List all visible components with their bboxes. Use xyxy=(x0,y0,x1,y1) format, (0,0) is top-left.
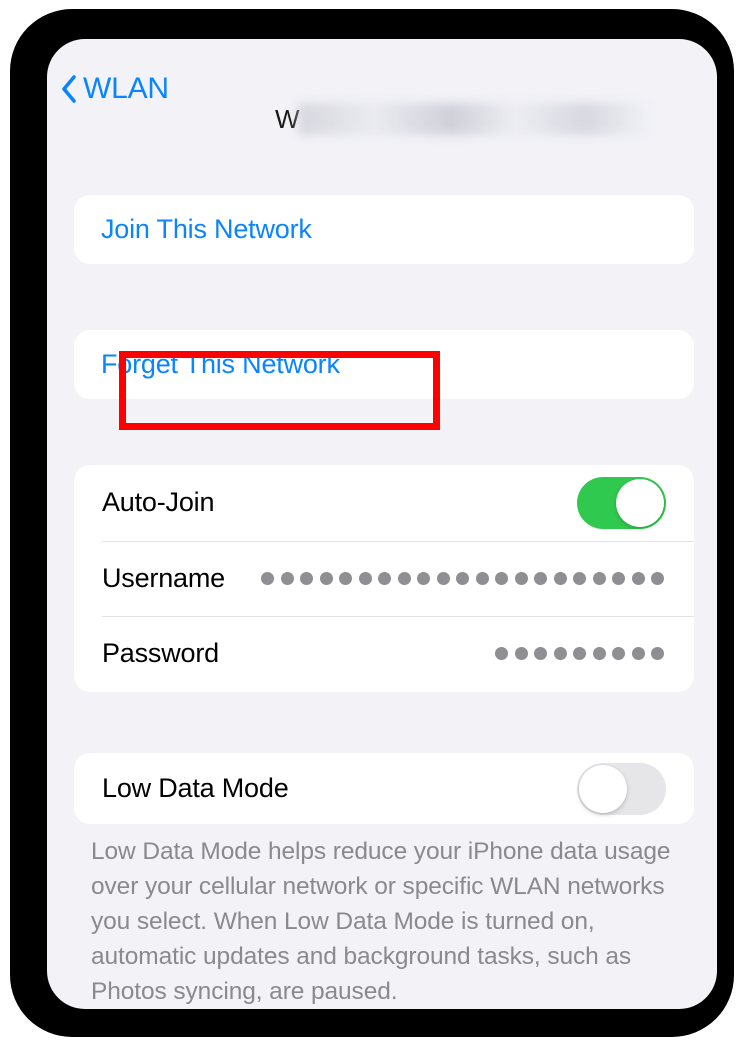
mask-dot-icon xyxy=(651,647,664,661)
page-title-visible-prefix: W xyxy=(275,103,300,134)
mask-dot-icon xyxy=(573,647,586,661)
mask-dot-icon xyxy=(456,571,469,585)
mask-dot-icon xyxy=(553,571,567,585)
network-credentials-card: Auto-Join Username Password xyxy=(74,465,694,692)
mask-dot-icon xyxy=(534,647,547,661)
mask-dot-icon xyxy=(495,647,508,661)
forget-network-card: Forget This Network xyxy=(74,330,694,399)
low-data-mode-label: Low Data Mode xyxy=(102,773,289,803)
mask-dot-icon xyxy=(631,571,645,585)
mask-dot-icon xyxy=(534,571,547,585)
mask-dot-icon xyxy=(592,571,606,585)
mask-dot-icon xyxy=(300,571,313,585)
mask-dot-icon xyxy=(339,571,352,585)
mask-dot-icon xyxy=(651,571,664,585)
password-label: Password xyxy=(102,638,219,669)
mask-dot-icon xyxy=(573,571,586,585)
mask-dot-icon xyxy=(397,571,411,585)
low-data-mode-row[interactable]: Low Data Mode xyxy=(74,753,694,824)
low-data-mode-toggle[interactable] xyxy=(577,762,666,815)
mask-dot-icon xyxy=(553,647,567,661)
mask-dot-icon xyxy=(592,647,606,661)
settings-page: WLAN W REDACTED NETWORK NAME Join This N… xyxy=(47,39,717,1009)
mask-dot-icon xyxy=(514,647,528,661)
auto-join-row[interactable]: Auto-Join xyxy=(74,465,694,541)
low-data-mode-card: Low Data Mode xyxy=(74,753,694,824)
password-row[interactable]: Password xyxy=(74,616,694,692)
join-this-network-label: Join This Network xyxy=(101,214,312,244)
forget-this-network-button[interactable]: Forget This Network xyxy=(74,330,694,399)
mask-dot-icon xyxy=(261,571,274,585)
username-masked-value[interactable] xyxy=(261,571,666,585)
mask-dot-icon xyxy=(417,571,430,585)
password-masked-value[interactable] xyxy=(495,647,666,661)
back-button[interactable]: WLAN xyxy=(60,69,169,109)
navigation-bar: WLAN W REDACTED NETWORK NAME xyxy=(47,39,717,139)
mask-dot-icon xyxy=(475,571,489,585)
mask-dot-icon xyxy=(495,571,508,585)
username-label: Username xyxy=(102,562,225,593)
device-screen: WLAN W REDACTED NETWORK NAME Join This N… xyxy=(47,39,717,1009)
device-frame: WLAN W REDACTED NETWORK NAME Join This N… xyxy=(10,9,734,1037)
join-this-network-button[interactable]: Join This Network xyxy=(74,195,694,264)
mask-dot-icon xyxy=(631,647,645,661)
auto-join-label: Auto-Join xyxy=(102,487,215,518)
toggle-knob-icon xyxy=(579,764,627,813)
back-button-label: WLAN xyxy=(83,72,169,105)
toggle-knob-icon xyxy=(616,478,664,527)
mask-dot-icon xyxy=(280,571,294,585)
join-network-card: Join This Network xyxy=(74,195,694,264)
forget-this-network-label: Forget This Network xyxy=(101,349,340,379)
low-data-mode-description: Low Data Mode helps reduce your iPhone d… xyxy=(91,838,671,1005)
mask-dot-icon xyxy=(319,571,333,585)
username-row[interactable]: Username xyxy=(74,540,694,617)
page-title-redacted: REDACTED NETWORK NAME xyxy=(298,103,648,135)
page-title: W REDACTED NETWORK NAME xyxy=(275,99,648,139)
mask-dot-icon xyxy=(358,571,372,585)
mask-dot-icon xyxy=(378,571,391,585)
mask-dot-icon xyxy=(612,571,625,585)
auto-join-toggle[interactable] xyxy=(577,476,666,529)
mask-dot-icon xyxy=(514,571,528,585)
mask-dot-icon xyxy=(612,647,625,661)
mask-dot-icon xyxy=(436,571,450,585)
chevron-left-icon xyxy=(62,75,76,103)
